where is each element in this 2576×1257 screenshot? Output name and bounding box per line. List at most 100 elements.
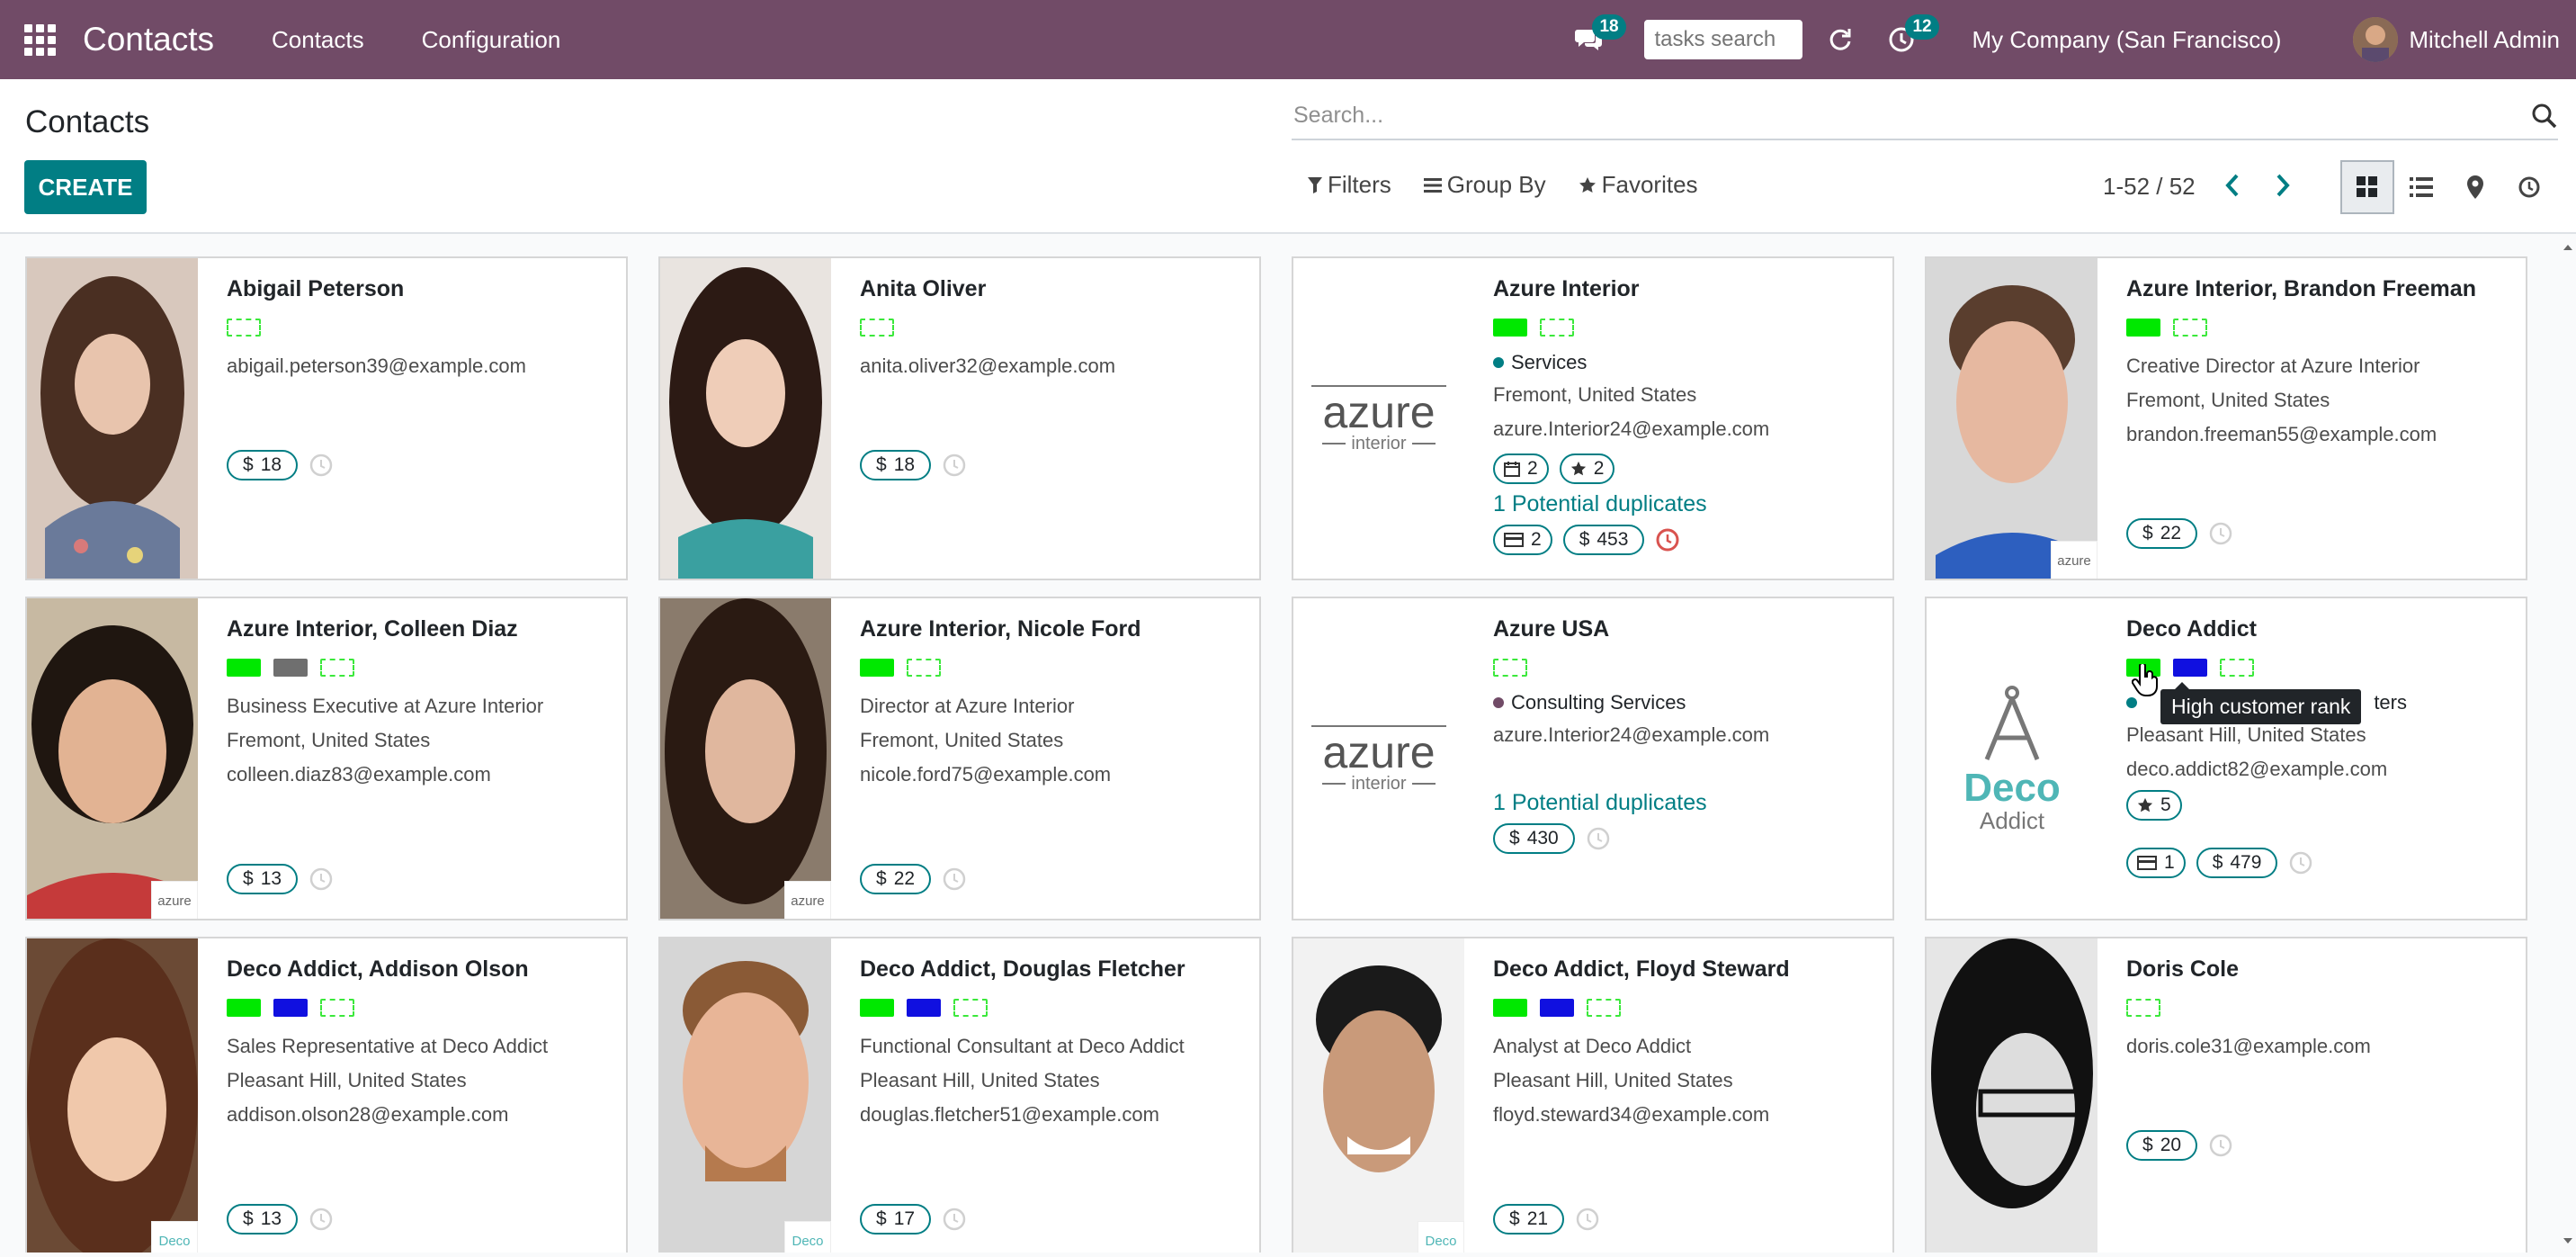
tag-empty[interactable] xyxy=(2126,999,2160,1017)
sales-badge[interactable]: $ 17 xyxy=(860,1204,932,1235)
sales-badge[interactable]: $ 13 xyxy=(227,864,299,894)
sales-badge[interactable]: $ 13 xyxy=(227,1204,299,1235)
tasks-search-input[interactable] xyxy=(1644,20,1803,59)
tag-green[interactable] xyxy=(1493,319,1527,337)
top-navbar: Contacts Contacts Configuration 18 12 My… xyxy=(0,0,2576,79)
rating-badge[interactable]: 2 xyxy=(1559,453,1615,484)
contact-card[interactable]: azure Azure Interior, Colleen Diaz Busin… xyxy=(25,597,628,920)
search-icon[interactable] xyxy=(2531,103,2558,130)
overdue-clock-icon[interactable] xyxy=(1655,527,1680,552)
messages-button[interactable]: 18 xyxy=(1569,14,1626,59)
tag-empty[interactable] xyxy=(1540,319,1574,337)
tag-green[interactable] xyxy=(1493,999,1527,1017)
activity-view-button[interactable] xyxy=(2502,160,2556,214)
activity-clock-icon[interactable] xyxy=(309,453,334,478)
potential-duplicates-link[interactable]: 1 Potential duplicates xyxy=(1493,790,1882,816)
tag-green[interactable] xyxy=(860,999,894,1017)
contact-function: Analyst at Deco Addict xyxy=(1493,1035,1692,1057)
contact-card[interactable]: Abigail Peterson abigail.peterson39@exam… xyxy=(25,256,628,580)
contact-email: brandon.freeman55@example.com xyxy=(2126,423,2437,445)
category-dot xyxy=(1493,697,1504,708)
contact-card[interactable]: azure Azure Interior, Brandon Freeman Cr… xyxy=(1925,256,2527,580)
tag-green[interactable] xyxy=(860,659,894,677)
app-title[interactable]: Contacts xyxy=(83,21,214,58)
contact-card[interactable]: Anita Oliver anita.oliver32@example.com … xyxy=(658,256,1261,580)
contact-card[interactable]: azure interior Azure Interior Services F… xyxy=(1292,256,1894,580)
contact-card[interactable]: Deco Deco Addict, Floyd Steward Analyst … xyxy=(1292,937,1894,1253)
contact-card[interactable]: Deco Deco Addict, Addison Olson Sales Re… xyxy=(25,937,628,1253)
sales-badge[interactable]: $ 21 xyxy=(1493,1204,1565,1235)
sales-badge[interactable]: $ 430 xyxy=(1493,823,1575,854)
list-view-button[interactable] xyxy=(2394,160,2448,214)
meetings-badge[interactable]: 2 xyxy=(1493,453,1549,484)
contact-card[interactable]: Deco Deco Addict, Douglas Fletcher Funct… xyxy=(658,937,1261,1253)
favorites-label: Favorites xyxy=(1601,171,1698,198)
vertical-scrollbar[interactable] xyxy=(2560,238,2576,1253)
map-view-button[interactable] xyxy=(2448,160,2502,214)
user-menu[interactable]: Mitchell Admin xyxy=(2353,17,2560,62)
activity-clock-icon[interactable] xyxy=(942,453,967,478)
company-switcher[interactable]: My Company (San Francisco) xyxy=(1972,26,2281,54)
tag-empty[interactable] xyxy=(953,999,988,1017)
app-menu-icon[interactable] xyxy=(23,23,56,56)
rating-badge[interactable]: 5 xyxy=(2126,790,2182,821)
tag-empty[interactable] xyxy=(320,659,354,677)
sales-badge[interactable]: $ 18 xyxy=(227,450,299,480)
activity-clock-icon[interactable] xyxy=(2288,850,2313,875)
activity-clock-icon[interactable] xyxy=(2208,1133,2233,1158)
sales-badge[interactable]: $ 20 xyxy=(2126,1130,2198,1161)
create-button[interactable]: CREATE xyxy=(24,160,147,214)
user-avatar xyxy=(2353,17,2399,62)
filters-button[interactable]: Filters xyxy=(1308,171,1391,199)
activity-clock-icon[interactable] xyxy=(1575,1207,1600,1232)
activity-clock-icon[interactable] xyxy=(309,866,334,892)
contact-card[interactable]: azure interior Azure USA Consulting Serv… xyxy=(1292,597,1894,920)
payment-cards-badge[interactable]: 2 xyxy=(1493,525,1552,555)
menu-contacts[interactable]: Contacts xyxy=(272,26,364,54)
tag-empty[interactable] xyxy=(2220,659,2254,677)
activity-clock-icon[interactable] xyxy=(942,1207,967,1232)
search-input[interactable] xyxy=(1292,94,2515,137)
tag-empty[interactable] xyxy=(1587,999,1621,1017)
groupby-button[interactable]: Group By xyxy=(1423,171,1546,199)
tag-empty[interactable] xyxy=(227,319,261,337)
sales-badge[interactable]: $ 22 xyxy=(2126,518,2198,549)
tag-empty[interactable] xyxy=(1493,659,1527,677)
sales-badge[interactable]: $ 22 xyxy=(860,864,932,894)
tag-green[interactable] xyxy=(2126,319,2160,337)
activity-clock-icon[interactable] xyxy=(2208,521,2233,546)
payment-cards-badge[interactable]: 1 xyxy=(2126,848,2186,878)
activity-clock-icon[interactable] xyxy=(1586,826,1611,851)
sales-badge[interactable]: $ 18 xyxy=(860,450,932,480)
pager-value[interactable]: 1-52 / 52 xyxy=(2103,173,2196,201)
activities-button[interactable]: 12 xyxy=(1882,14,1939,59)
compass-logo-icon xyxy=(1984,686,2040,760)
tag-empty[interactable] xyxy=(907,659,941,677)
tag-gray[interactable] xyxy=(273,659,308,677)
sales-amount: 453 xyxy=(1597,529,1629,550)
tag-empty[interactable] xyxy=(860,319,894,337)
refresh-button[interactable] xyxy=(1820,20,1860,59)
contact-card[interactable]: azure Azure Interior, Nicole Ford Direct… xyxy=(658,597,1261,920)
sales-badge[interactable]: $ 479 xyxy=(2196,848,2278,878)
sales-badge[interactable]: $ 453 xyxy=(1562,525,1645,555)
favorites-button[interactable]: Favorites xyxy=(1579,171,1698,199)
pager-previous-button[interactable] xyxy=(2216,169,2249,202)
mini-logo-text: Deco xyxy=(158,1233,191,1249)
tag-blue[interactable] xyxy=(273,999,308,1017)
tag-green[interactable] xyxy=(227,659,261,677)
tag-blue[interactable] xyxy=(2173,659,2207,677)
potential-duplicates-link[interactable]: 1 Potential duplicates xyxy=(1493,491,1882,517)
menu-configuration[interactable]: Configuration xyxy=(422,26,561,54)
tag-empty[interactable] xyxy=(320,999,354,1017)
tag-empty[interactable] xyxy=(2173,319,2207,337)
kanban-view-button[interactable] xyxy=(2340,160,2394,214)
tag-blue[interactable] xyxy=(907,999,941,1017)
pager-next-button[interactable] xyxy=(2267,169,2299,202)
contact-card[interactable]: Doris Cole doris.cole31@example.com $ 20 xyxy=(1925,937,2527,1253)
tag-blue[interactable] xyxy=(1540,999,1574,1017)
activity-clock-icon[interactable] xyxy=(942,866,967,892)
activity-clock-icon[interactable] xyxy=(309,1207,334,1232)
tag-green[interactable] xyxy=(227,999,261,1017)
contact-card[interactable]: Deco Addict Deco Addict ters Pleasant Hi… xyxy=(1925,597,2527,920)
